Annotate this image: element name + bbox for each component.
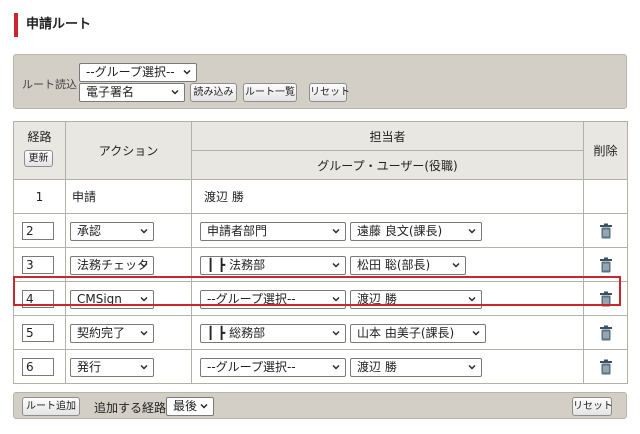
add-position-label: 追加する経路 bbox=[94, 401, 167, 415]
chevron-down-icon bbox=[183, 70, 191, 75]
add-route-panel: ルート追加 追加する経路 最後 リセット bbox=[13, 392, 627, 419]
step-input[interactable]: 5 bbox=[22, 324, 54, 342]
group-select-value: ┃ ┣ 総務部 bbox=[207, 326, 266, 340]
delete-header: 削除 bbox=[583, 121, 628, 180]
group-select[interactable]: ┃ ┣ 法務部 bbox=[200, 256, 346, 275]
chevron-down-icon bbox=[332, 297, 340, 302]
step-input[interactable]: 4 bbox=[22, 290, 54, 308]
step-input[interactable]: 2 bbox=[22, 222, 54, 240]
trash-icon[interactable] bbox=[599, 257, 613, 273]
action-header: アクション bbox=[65, 121, 192, 180]
user-select[interactable]: 山本 由美子(課長) bbox=[350, 324, 486, 343]
add-route-button[interactable]: ルート追加 bbox=[22, 397, 80, 416]
route-select-value: 電子署名 bbox=[86, 85, 135, 99]
delete-cell bbox=[583, 179, 628, 214]
trash-icon[interactable] bbox=[599, 359, 613, 375]
route-table: 経路 更新 アクション 担当者 削除 グループ・ユーザー(役職) 1 申請 渡辺… bbox=[13, 121, 628, 384]
group-select[interactable]: --グループ選択-- bbox=[79, 63, 197, 82]
route-load-label: ルート読込 bbox=[22, 78, 77, 91]
group-select[interactable]: 申請者部門 bbox=[200, 222, 346, 241]
group-select[interactable]: ┃ ┣ 総務部 bbox=[200, 324, 346, 343]
load-button[interactable]: 読み込み bbox=[190, 83, 237, 102]
action-select-value: 契約完了 bbox=[77, 326, 126, 340]
chevron-down-icon bbox=[468, 229, 476, 234]
reset-button[interactable]: リセット bbox=[572, 397, 613, 416]
action-select-value: 承認 bbox=[77, 224, 102, 238]
chevron-down-icon bbox=[200, 404, 208, 409]
action-select[interactable]: 法務チェック bbox=[70, 256, 154, 275]
assignee-subheader: グループ・ユーザー(役職) bbox=[191, 150, 584, 180]
table-row: 6 発行 --グループ選択-- 渡辺 勝 bbox=[13, 349, 628, 384]
chevron-down-icon bbox=[468, 365, 476, 370]
step-number: 1 bbox=[13, 179, 66, 214]
chevron-down-icon bbox=[332, 331, 340, 336]
action-select[interactable]: 契約完了 bbox=[70, 324, 154, 343]
group-select-value: 申請者部門 bbox=[207, 224, 268, 238]
chevron-down-icon bbox=[140, 365, 148, 370]
assignee-header: 担当者 bbox=[191, 121, 584, 151]
group-select-value: --グループ選択-- bbox=[86, 65, 175, 79]
table-row: 2 承認 申請者部門 遠藤 良文(課長) bbox=[13, 213, 628, 248]
group-select-value: --グループ選択-- bbox=[207, 360, 296, 374]
chevron-down-icon bbox=[472, 331, 480, 336]
chevron-down-icon bbox=[452, 263, 460, 268]
step-header-label: 経路 bbox=[27, 130, 52, 144]
table-row: 5 契約完了 ┃ ┣ 総務部 山本 由美子(課長) bbox=[13, 315, 628, 350]
route-select[interactable]: 電子署名 bbox=[79, 83, 185, 102]
chevron-down-icon bbox=[171, 90, 179, 95]
chevron-down-icon bbox=[332, 263, 340, 268]
route-load-panel: ルート読込 --グループ選択-- 電子署名 読み込み ルート一覧 リセット bbox=[13, 54, 627, 109]
reset-button[interactable]: リセット bbox=[309, 83, 350, 102]
group-select[interactable]: --グループ選択-- bbox=[200, 358, 346, 377]
group-select[interactable]: --グループ選択-- bbox=[200, 290, 346, 309]
user-select-value: 松田 聡(部長) bbox=[357, 258, 431, 272]
action-select-value: 法務チェック bbox=[77, 258, 150, 272]
step-input[interactable]: 3 bbox=[22, 256, 54, 274]
action-select[interactable]: CMSign bbox=[70, 290, 154, 309]
update-button[interactable]: 更新 bbox=[24, 150, 53, 167]
trash-icon[interactable] bbox=[599, 223, 613, 239]
add-position-value: 最後 bbox=[173, 399, 198, 413]
step-header: 経路 更新 bbox=[13, 121, 66, 180]
chevron-down-icon bbox=[140, 331, 148, 336]
table-row: 3 法務チェック ┃ ┣ 法務部 松田 聡(部長) bbox=[13, 247, 628, 282]
user-select[interactable]: 渡辺 勝 bbox=[350, 358, 482, 377]
action-select[interactable]: 発行 bbox=[70, 358, 154, 377]
trash-icon[interactable] bbox=[599, 291, 613, 307]
table-row: 4 CMSign --グループ選択-- 渡辺 勝 bbox=[13, 281, 628, 316]
assignee-text: 渡辺 勝 bbox=[191, 179, 584, 214]
action-select-value: 発行 bbox=[77, 360, 102, 374]
page-title: 申請ルート bbox=[14, 13, 91, 37]
step-input[interactable]: 6 bbox=[22, 358, 54, 376]
group-select-value: --グループ選択-- bbox=[207, 292, 296, 306]
chevron-down-icon bbox=[332, 229, 340, 234]
chevron-down-icon bbox=[332, 365, 340, 370]
chevron-down-icon bbox=[468, 297, 476, 302]
route-list-button[interactable]: ルート一覧 bbox=[243, 83, 297, 102]
chevron-down-icon bbox=[140, 263, 148, 268]
user-select[interactable]: 渡辺 勝 bbox=[350, 290, 482, 309]
chevron-down-icon bbox=[140, 297, 148, 302]
action-select[interactable]: 承認 bbox=[70, 222, 154, 241]
add-position-select[interactable]: 最後 bbox=[166, 397, 214, 416]
user-select-value: 渡辺 勝 bbox=[357, 360, 397, 374]
user-select-value: 山本 由美子(課長) bbox=[357, 326, 455, 340]
chevron-down-icon bbox=[140, 229, 148, 234]
group-select-value: ┃ ┣ 法務部 bbox=[207, 258, 266, 272]
user-select[interactable]: 松田 聡(部長) bbox=[350, 256, 466, 275]
action-select-value: CMSign bbox=[77, 292, 122, 306]
action-text: 申請 bbox=[65, 179, 192, 214]
user-select-value: 渡辺 勝 bbox=[357, 292, 397, 306]
trash-icon[interactable] bbox=[599, 325, 613, 341]
table-row: 1 申請 渡辺 勝 bbox=[13, 179, 628, 214]
user-select-value: 遠藤 良文(課長) bbox=[357, 224, 443, 238]
user-select[interactable]: 遠藤 良文(課長) bbox=[350, 222, 482, 241]
